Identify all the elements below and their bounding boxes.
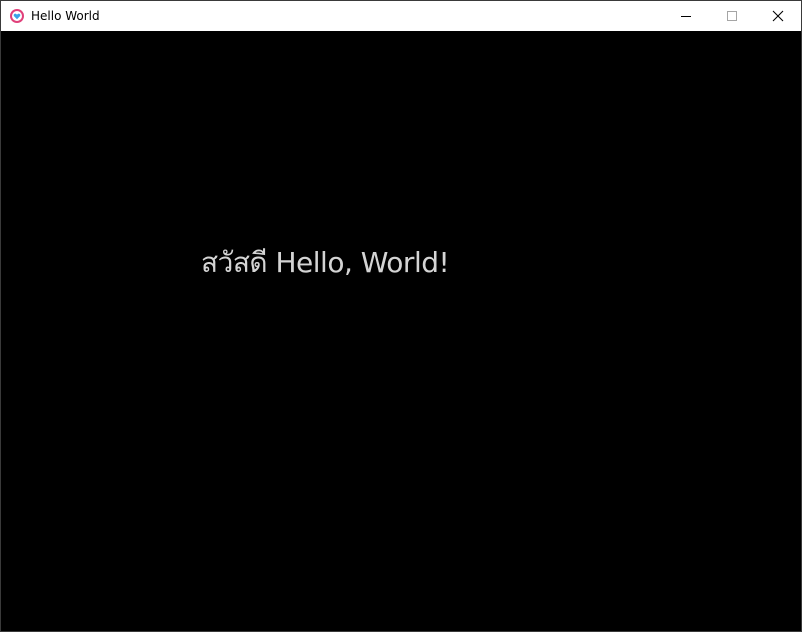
maximize-button[interactable] [709, 1, 755, 31]
maximize-icon [726, 7, 738, 26]
heart-icon [9, 8, 25, 24]
window-title: Hello World [31, 9, 100, 23]
app-window: Hello World สวัสดี Hello, World! [0, 0, 802, 632]
close-icon [772, 7, 784, 26]
close-button[interactable] [755, 1, 801, 31]
minimize-icon [680, 7, 692, 26]
title-bar[interactable]: Hello World [1, 1, 801, 31]
greeting-text: สวัสดี Hello, World! [201, 246, 450, 279]
minimize-button[interactable] [663, 1, 709, 31]
window-controls [663, 1, 801, 31]
render-surface[interactable]: สวัสดี Hello, World! [1, 31, 801, 631]
